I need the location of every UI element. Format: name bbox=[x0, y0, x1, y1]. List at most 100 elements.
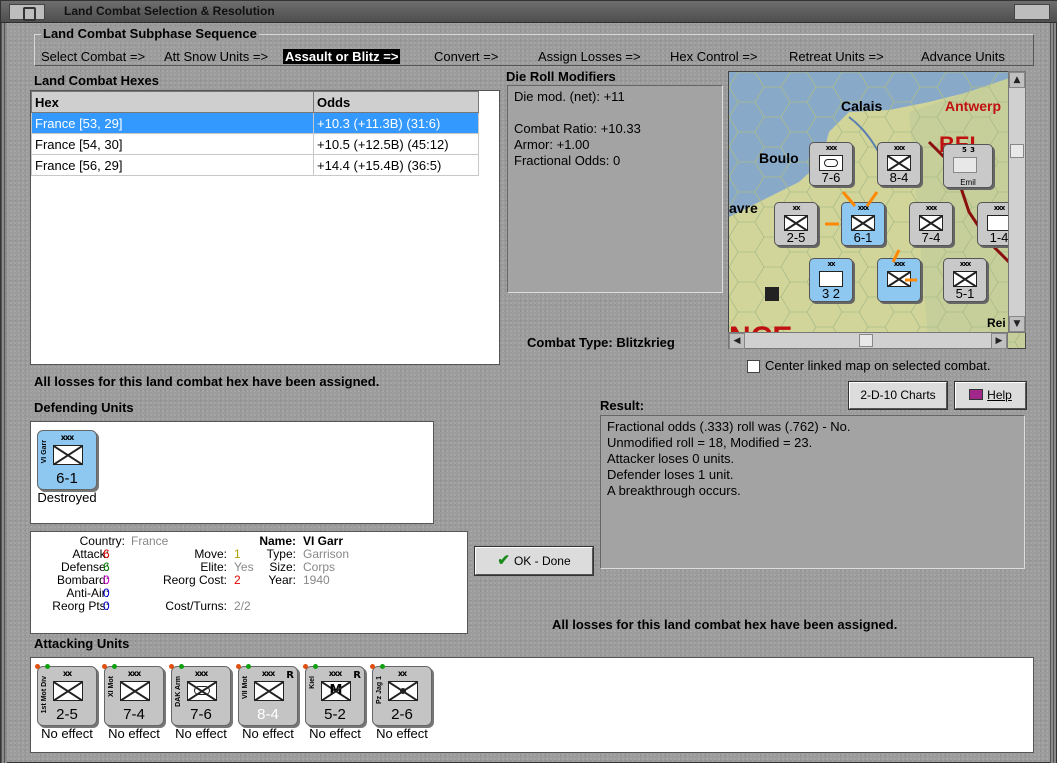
scroll-thumb[interactable] bbox=[1010, 144, 1024, 158]
right-frame bbox=[1050, 23, 1056, 763]
defense-value: 6 bbox=[103, 560, 110, 574]
drm-box: Die mod. (net): +11 Combat Ratio: +10.33… bbox=[507, 85, 723, 293]
scroll-thumb[interactable] bbox=[859, 334, 873, 347]
hex-column-header[interactable]: Hex bbox=[31, 91, 314, 113]
scroll-up-icon[interactable]: ▲ bbox=[1009, 72, 1025, 88]
unit-detail-panel: Country: France Attack: 6 Defense: 6 Bom… bbox=[30, 531, 468, 634]
odds-cell: +10.5 (+12.5B) (45:12) bbox=[313, 133, 479, 155]
result-line: Defender loses 1 unit. bbox=[607, 467, 734, 482]
seq-att-snow-units: Att Snow Units => bbox=[164, 49, 269, 64]
name-key: Name: bbox=[259, 534, 296, 548]
hex-cell: France [56, 29] bbox=[31, 154, 314, 176]
cost-turns-value: 2/2 bbox=[234, 599, 251, 613]
type-key: Type: bbox=[266, 547, 296, 561]
unit-name: XI Mot bbox=[108, 676, 115, 697]
result-line: A breakthrough occurs. bbox=[607, 483, 741, 498]
defending-unit-card[interactable]: xxx VI Garr 6-1 bbox=[37, 430, 97, 490]
land-combat-window: Land Combat Selection & Resolution Land … bbox=[0, 0, 1057, 763]
attack-arrows bbox=[825, 191, 917, 282]
anti-tank-icon bbox=[388, 681, 418, 701]
reorg-cost-key: Reorg Cost: bbox=[162, 573, 227, 587]
result-title: Result: bbox=[600, 398, 645, 413]
unit-status: No effect bbox=[376, 726, 428, 741]
window-menu-icon[interactable] bbox=[9, 4, 45, 21]
attacking-unit-card[interactable]: xx Pz Jag 1 2-6 bbox=[370, 664, 432, 726]
attacking-unit-card[interactable]: xxx XI Mot 7-4 bbox=[102, 664, 164, 726]
drm-line bbox=[514, 105, 716, 121]
charts-button[interactable]: 2-D-10 Charts bbox=[848, 381, 948, 410]
hex-row[interactable]: France [54, 30] +10.5 (+12.5B) (45:12) bbox=[31, 133, 479, 155]
infantry-icon bbox=[53, 681, 83, 701]
map-horizontal-scrollbar[interactable]: ◀ ▶ bbox=[728, 332, 1008, 349]
result-box: Fractional odds (.333) roll was (.762) -… bbox=[600, 415, 1025, 569]
unit-strength: 2-6 bbox=[391, 706, 413, 723]
result-line: Fractional odds (.333) roll was (.762) -… bbox=[607, 419, 851, 434]
ok-done-button[interactable]: ✔ OK - Done bbox=[474, 546, 594, 576]
drm-title: Die Roll Modifiers bbox=[506, 69, 616, 84]
seq-select-combat: Select Combat => bbox=[41, 49, 146, 64]
size-key: Size: bbox=[269, 560, 296, 574]
drm-line: Die mod. (net): +11 bbox=[514, 89, 625, 104]
attacking-unit-card[interactable]: xxx R Kiel M 5-2 bbox=[303, 664, 365, 726]
unit-status: Destroyed bbox=[37, 490, 97, 505]
country-value: France bbox=[131, 534, 169, 548]
seq-assault-or-blitz: Assault or Blitz => bbox=[283, 49, 401, 64]
linked-map[interactable]: BEL NCE Calais Antwerp Boulo avre Rei xx… bbox=[728, 71, 1026, 349]
scroll-right-icon[interactable]: ▶ bbox=[991, 333, 1007, 349]
unit-strength: 7-6 bbox=[190, 706, 212, 723]
attacking-unit-card[interactable]: xxx R VII Mot 8-4 bbox=[236, 664, 298, 726]
hex-row[interactable]: France [56, 29] +14.4 (+15.4B) (36:5) bbox=[31, 154, 479, 176]
elite-value: Yes bbox=[234, 560, 254, 574]
infantry-icon bbox=[254, 681, 284, 701]
ok-done-label: OK - Done bbox=[513, 554, 571, 568]
size-value: Corps bbox=[303, 560, 336, 574]
combat-type-label: Combat Type: bbox=[527, 335, 613, 350]
infantry-icon bbox=[120, 681, 150, 701]
defense-key: Defense: bbox=[60, 560, 109, 574]
land-combat-hexes-list: Hex Odds France [53, 29] +10.3 (+11.3B) … bbox=[30, 90, 500, 365]
hex-row[interactable]: France [53, 29] +10.3 (+11.3B) (31:6) bbox=[31, 112, 479, 134]
unit-strength: 5-2 bbox=[324, 706, 346, 723]
close-button[interactable] bbox=[1014, 4, 1050, 20]
move-key: Move: bbox=[194, 547, 227, 561]
combat-type: Combat Type: Blitzkrieg bbox=[527, 335, 675, 350]
attacking-unit-card[interactable]: xx 1st Mot Div 2-5 bbox=[35, 664, 97, 726]
drm-line: Fractional Odds: 0 bbox=[514, 153, 621, 168]
help-button[interactable]: Help bbox=[954, 381, 1027, 410]
drm-line: Combat Ratio: +10.33 bbox=[514, 121, 641, 136]
seq-advance-units: Advance Units bbox=[921, 49, 1005, 64]
unit-strength: 6-1 bbox=[56, 470, 78, 487]
scroll-down-icon[interactable]: ▼ bbox=[1009, 316, 1025, 332]
reorg-pts-key: Reorg Pts: bbox=[52, 599, 109, 613]
center-linked-map-label: Center linked map on selected combat. bbox=[765, 358, 991, 373]
seq-convert: Convert => bbox=[434, 49, 499, 64]
title-bar: Land Combat Selection & Resolution bbox=[1, 1, 1057, 23]
result-line: Attacker loses 0 units. bbox=[607, 451, 735, 466]
defending-units-title: Defending Units bbox=[34, 400, 134, 415]
hexes-status-text: All losses for this land combat hex have… bbox=[34, 374, 380, 389]
scroll-left-icon[interactable]: ◀ bbox=[729, 333, 745, 349]
seq-assign-losses: Assign Losses => bbox=[538, 49, 641, 64]
help-book-icon bbox=[969, 389, 984, 400]
left-frame bbox=[1, 23, 7, 763]
year-value: 1940 bbox=[303, 573, 330, 587]
year-key: Year: bbox=[268, 573, 296, 587]
map-vertical-scrollbar[interactable]: ▲ ▼ bbox=[1008, 71, 1026, 333]
attacking-unit-card[interactable]: xxx DAK Arm 7-6 bbox=[169, 664, 231, 726]
hex-table: Hex Odds France [53, 29] +10.3 (+11.3B) … bbox=[31, 91, 479, 176]
elite-key: Elite: bbox=[200, 560, 227, 574]
defending-units-panel: xxx VI Garr 6-1 Destroyed bbox=[30, 421, 434, 524]
result-line: Unmodified roll = 18, Modified = 23. bbox=[607, 435, 813, 450]
odds-cell: +10.3 (+11.3B) (31:6) bbox=[313, 112, 479, 134]
armor-icon bbox=[187, 681, 217, 701]
hex-cell: France [54, 30] bbox=[31, 133, 314, 155]
odds-column-header[interactable]: Odds bbox=[313, 91, 479, 113]
unit-name: DAK Arm bbox=[175, 676, 182, 707]
drm-line: Armor: +1.00 bbox=[514, 137, 590, 152]
reserve-mark: R bbox=[286, 670, 294, 681]
antiair-value: 0 bbox=[103, 586, 110, 600]
type-value: Garrison bbox=[303, 547, 350, 561]
center-linked-map-checkbox[interactable] bbox=[747, 360, 760, 373]
move-value: 1 bbox=[234, 547, 241, 561]
unit-name: Pz Jag 1 bbox=[376, 676, 383, 705]
